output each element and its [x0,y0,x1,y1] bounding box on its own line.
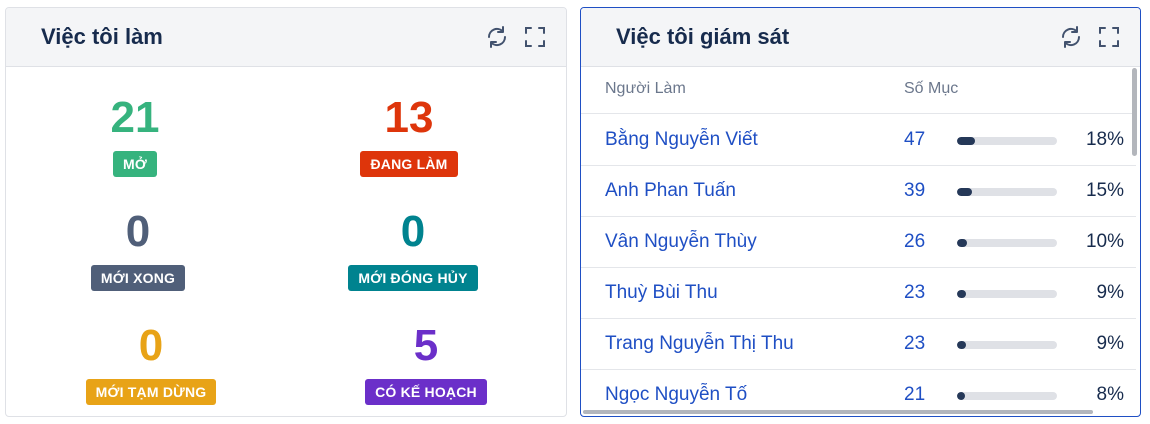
percent-value: 8% [1096,384,1124,405]
status-badge[interactable]: MỚI XONG [90,265,186,291]
status-badge[interactable]: MỚI ĐÓNG HỦY [348,265,478,291]
stat-value: 0 [400,207,426,256]
count-link[interactable]: 23 [904,333,925,355]
fullscreen-icon[interactable] [1096,24,1122,50]
assignee-link[interactable]: Ngọc Nguyễn Tố [605,384,747,406]
supervised-work-panel: Việc tôi giám sát Người Làm Số Mục Bằng … [580,7,1141,417]
stat-value: 0 [125,207,151,256]
panel-title: Việc tôi giám sát [616,24,790,49]
stat-recently-closed[interactable]: 0 MỚI ĐÓNG HỦY [313,207,513,291]
table-row[interactable]: Thuỳ Bùi Thu 23 9% [581,268,1136,319]
percent-value: 15% [1085,180,1124,201]
progress-fill [957,188,972,196]
assignee-link[interactable]: Bằng Nguyễn Viết [605,129,758,151]
panel-header: Việc tôi làm [6,8,566,67]
stat-in-progress[interactable]: 13 ĐANG LÀM [309,93,509,177]
assignee-link[interactable]: Trang Nguyễn Thị Thu [605,333,794,355]
table-row[interactable]: Trang Nguyễn Thị Thu 23 9% [581,319,1136,370]
table-row[interactable]: Vân Nguyễn Thùy 26 10% [581,217,1136,268]
percent-value: 18% [1085,129,1124,150]
status-badge[interactable]: MỞ [112,151,157,177]
progress-bar [957,341,1057,349]
percent-value: 10% [1085,231,1124,252]
refresh-icon[interactable] [484,24,510,50]
count-link[interactable]: 26 [904,231,925,253]
count-link[interactable]: 39 [904,180,925,202]
progress-fill [957,239,967,247]
stat-planned[interactable]: 5 CÓ KẾ HOẠCH [326,321,526,405]
stat-value: 21 [110,93,160,142]
progress-bar [957,392,1057,400]
count-link[interactable]: 21 [904,384,925,406]
assignee-link[interactable]: Anh Phan Tuấn [605,180,736,202]
stat-value: 0 [138,321,164,370]
stat-value: 13 [384,93,434,142]
count-link[interactable]: 23 [904,282,925,304]
fullscreen-icon[interactable] [522,24,548,50]
horizontal-scrollbar[interactable] [583,410,1093,414]
assignee-link[interactable]: Thuỳ Bùi Thu [605,282,718,304]
panel-header: Việc tôi giám sát [581,8,1140,67]
vertical-scrollbar[interactable] [1132,68,1137,156]
progress-fill [957,137,975,145]
stat-value: 5 [413,321,439,370]
progress-fill [957,290,966,298]
table-header: Người Làm Số Mục [581,68,1136,114]
my-work-panel: Việc tôi làm 21 MỞ 13 ĐANG LÀM 0 MỚI XON… [5,7,567,417]
panel-title: Việc tôi làm [41,24,163,49]
stat-recently-done[interactable]: 0 MỚI XONG [38,207,238,291]
progress-fill [957,341,966,349]
column-header-count: Số Mục [904,80,959,97]
percent-value: 9% [1096,333,1124,354]
stat-open[interactable]: 21 MỞ [35,93,235,177]
status-badge[interactable]: ĐANG LÀM [360,151,458,177]
assignee-link[interactable]: Vân Nguyễn Thùy [605,231,757,253]
column-header-assignee: Người Làm [605,80,686,97]
refresh-icon[interactable] [1058,24,1084,50]
percent-value: 9% [1096,282,1124,303]
count-link[interactable]: 47 [904,129,925,151]
progress-bar [957,239,1057,247]
table-row[interactable]: Bằng Nguyễn Viết 47 18% [581,115,1136,166]
progress-bar [957,188,1057,196]
status-badge[interactable]: MỚI TẠM DỪNG [85,379,217,405]
stat-recently-paused[interactable]: 0 MỚI TẠM DỪNG [51,321,251,405]
progress-bar [957,137,1057,145]
progress-bar [957,290,1057,298]
status-badge[interactable]: CÓ KẾ HOẠCH [365,379,487,405]
progress-fill [957,392,965,400]
table-row[interactable]: Anh Phan Tuấn 39 15% [581,166,1136,217]
